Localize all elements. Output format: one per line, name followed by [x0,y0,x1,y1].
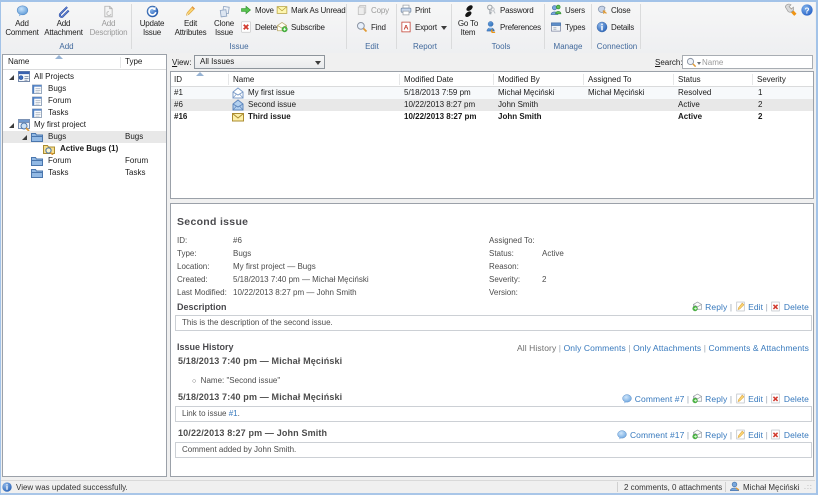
svg-text:A: A [404,25,409,32]
svg-text:?: ? [804,6,809,15]
